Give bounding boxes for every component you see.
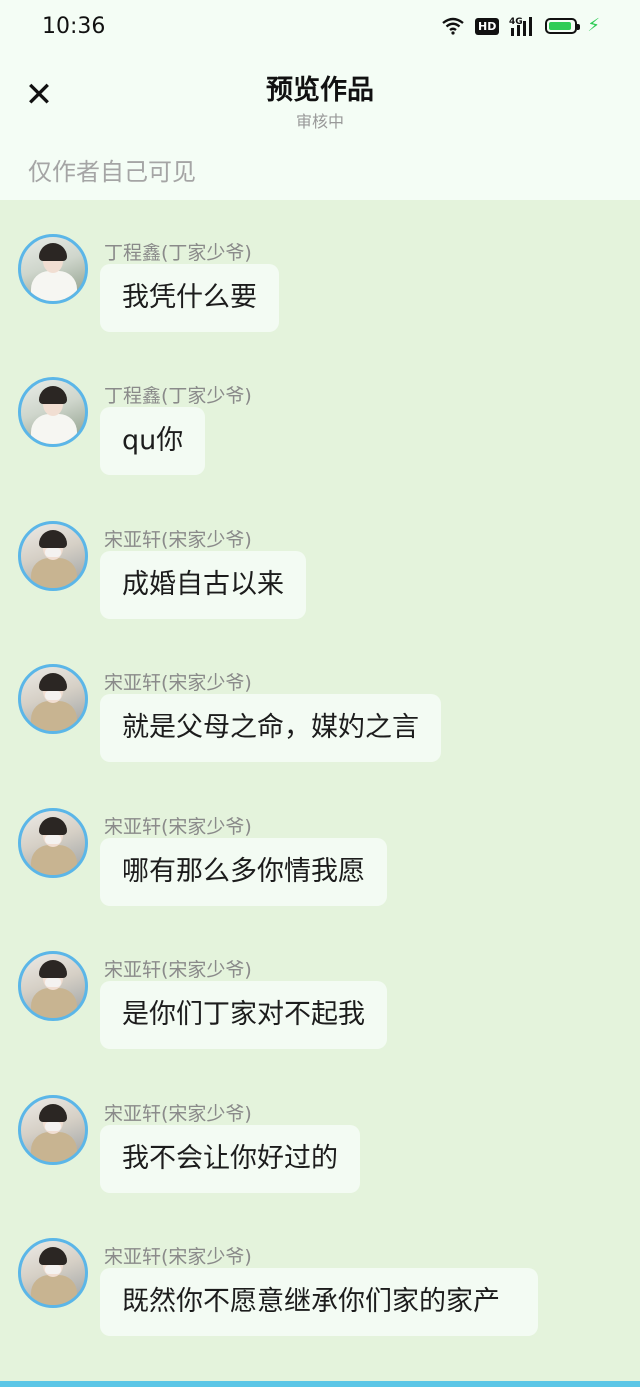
message-bubble: 我不会让你好过的: [100, 1125, 360, 1193]
network-label: 4G: [509, 17, 523, 27]
chat-preview: 丁程鑫(丁家少爷) 我凭什么要 丁程鑫(丁家少爷) qu你 宋亚轩(宋家少爷) …: [0, 200, 640, 1387]
message-bubble: 是你们丁家对不起我: [100, 981, 387, 1049]
message-bubble: qu你: [100, 407, 206, 475]
avatar[interactable]: [18, 808, 88, 878]
status-time: 10:36: [42, 14, 106, 39]
header: 10:36 HD 4G ⚡ ✕ 预览作品 审核中 仅作者自己可见: [0, 0, 640, 200]
message-bubble: 哪有那么多你情我愿: [100, 838, 387, 906]
sender-name: 宋亚轩(宋家少爷): [104, 959, 252, 981]
sender-name: 宋亚轩(宋家少爷): [104, 672, 252, 694]
sender-name: 宋亚轩(宋家少爷): [104, 529, 252, 551]
sender-name: 宋亚轩(宋家少爷): [104, 816, 252, 838]
signal-icon: 4G: [509, 17, 533, 36]
message-bubble: 我凭什么要: [100, 264, 279, 332]
message-bubble: 既然你不愿意继承你们家的家产: [100, 1268, 538, 1336]
avatar[interactable]: [18, 234, 88, 304]
status-bar: 10:36 HD 4G ⚡: [0, 0, 640, 56]
sender-name: 丁程鑫(丁家少爷): [104, 242, 252, 264]
visibility-note: 仅作者自己可见: [28, 158, 196, 186]
review-status: 审核中: [295, 112, 344, 131]
battery-icon: [545, 18, 581, 34]
sender-name: 宋亚轩(宋家少爷): [104, 1246, 252, 1268]
avatar[interactable]: [18, 1238, 88, 1308]
bottom-edge: [0, 1381, 640, 1387]
wifi-icon: [442, 17, 464, 35]
battery-fill: [549, 22, 571, 30]
avatar[interactable]: [18, 521, 88, 591]
page-title: 预览作品: [266, 75, 374, 106]
avatar[interactable]: [18, 951, 88, 1021]
hd-badge: HD: [475, 17, 500, 35]
avatar[interactable]: [18, 1095, 88, 1165]
avatar[interactable]: [18, 664, 88, 734]
charging-icon: ⚡: [587, 15, 600, 36]
message-bubble: 成婚自古以来: [100, 551, 306, 619]
sender-name: 宋亚轩(宋家少爷): [104, 1103, 252, 1125]
avatar[interactable]: [18, 377, 88, 447]
message-bubble: 就是父母之命，媒妁之言: [100, 694, 441, 762]
status-icons: HD 4G ⚡: [441, 16, 600, 36]
sender-name: 丁程鑫(丁家少爷): [104, 385, 252, 407]
